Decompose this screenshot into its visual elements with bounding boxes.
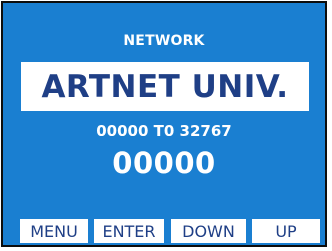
menu-button[interactable]: MENU: [20, 219, 88, 243]
up-button[interactable]: UP: [252, 219, 320, 243]
parameter-name: ARTNET UNIV.: [41, 68, 289, 105]
current-value: 00000: [112, 146, 216, 180]
menu-title: NETWORK: [123, 33, 205, 49]
enter-button[interactable]: ENTER: [94, 219, 164, 243]
value-range: 00000 T0 32767: [96, 122, 232, 140]
parameter-highlight-box: ARTNET UNIV.: [21, 62, 309, 111]
down-button[interactable]: DOWN: [171, 219, 246, 243]
device-display: NETWORK ARTNET UNIV. 00000 T0 32767 0000…: [1, 1, 327, 247]
